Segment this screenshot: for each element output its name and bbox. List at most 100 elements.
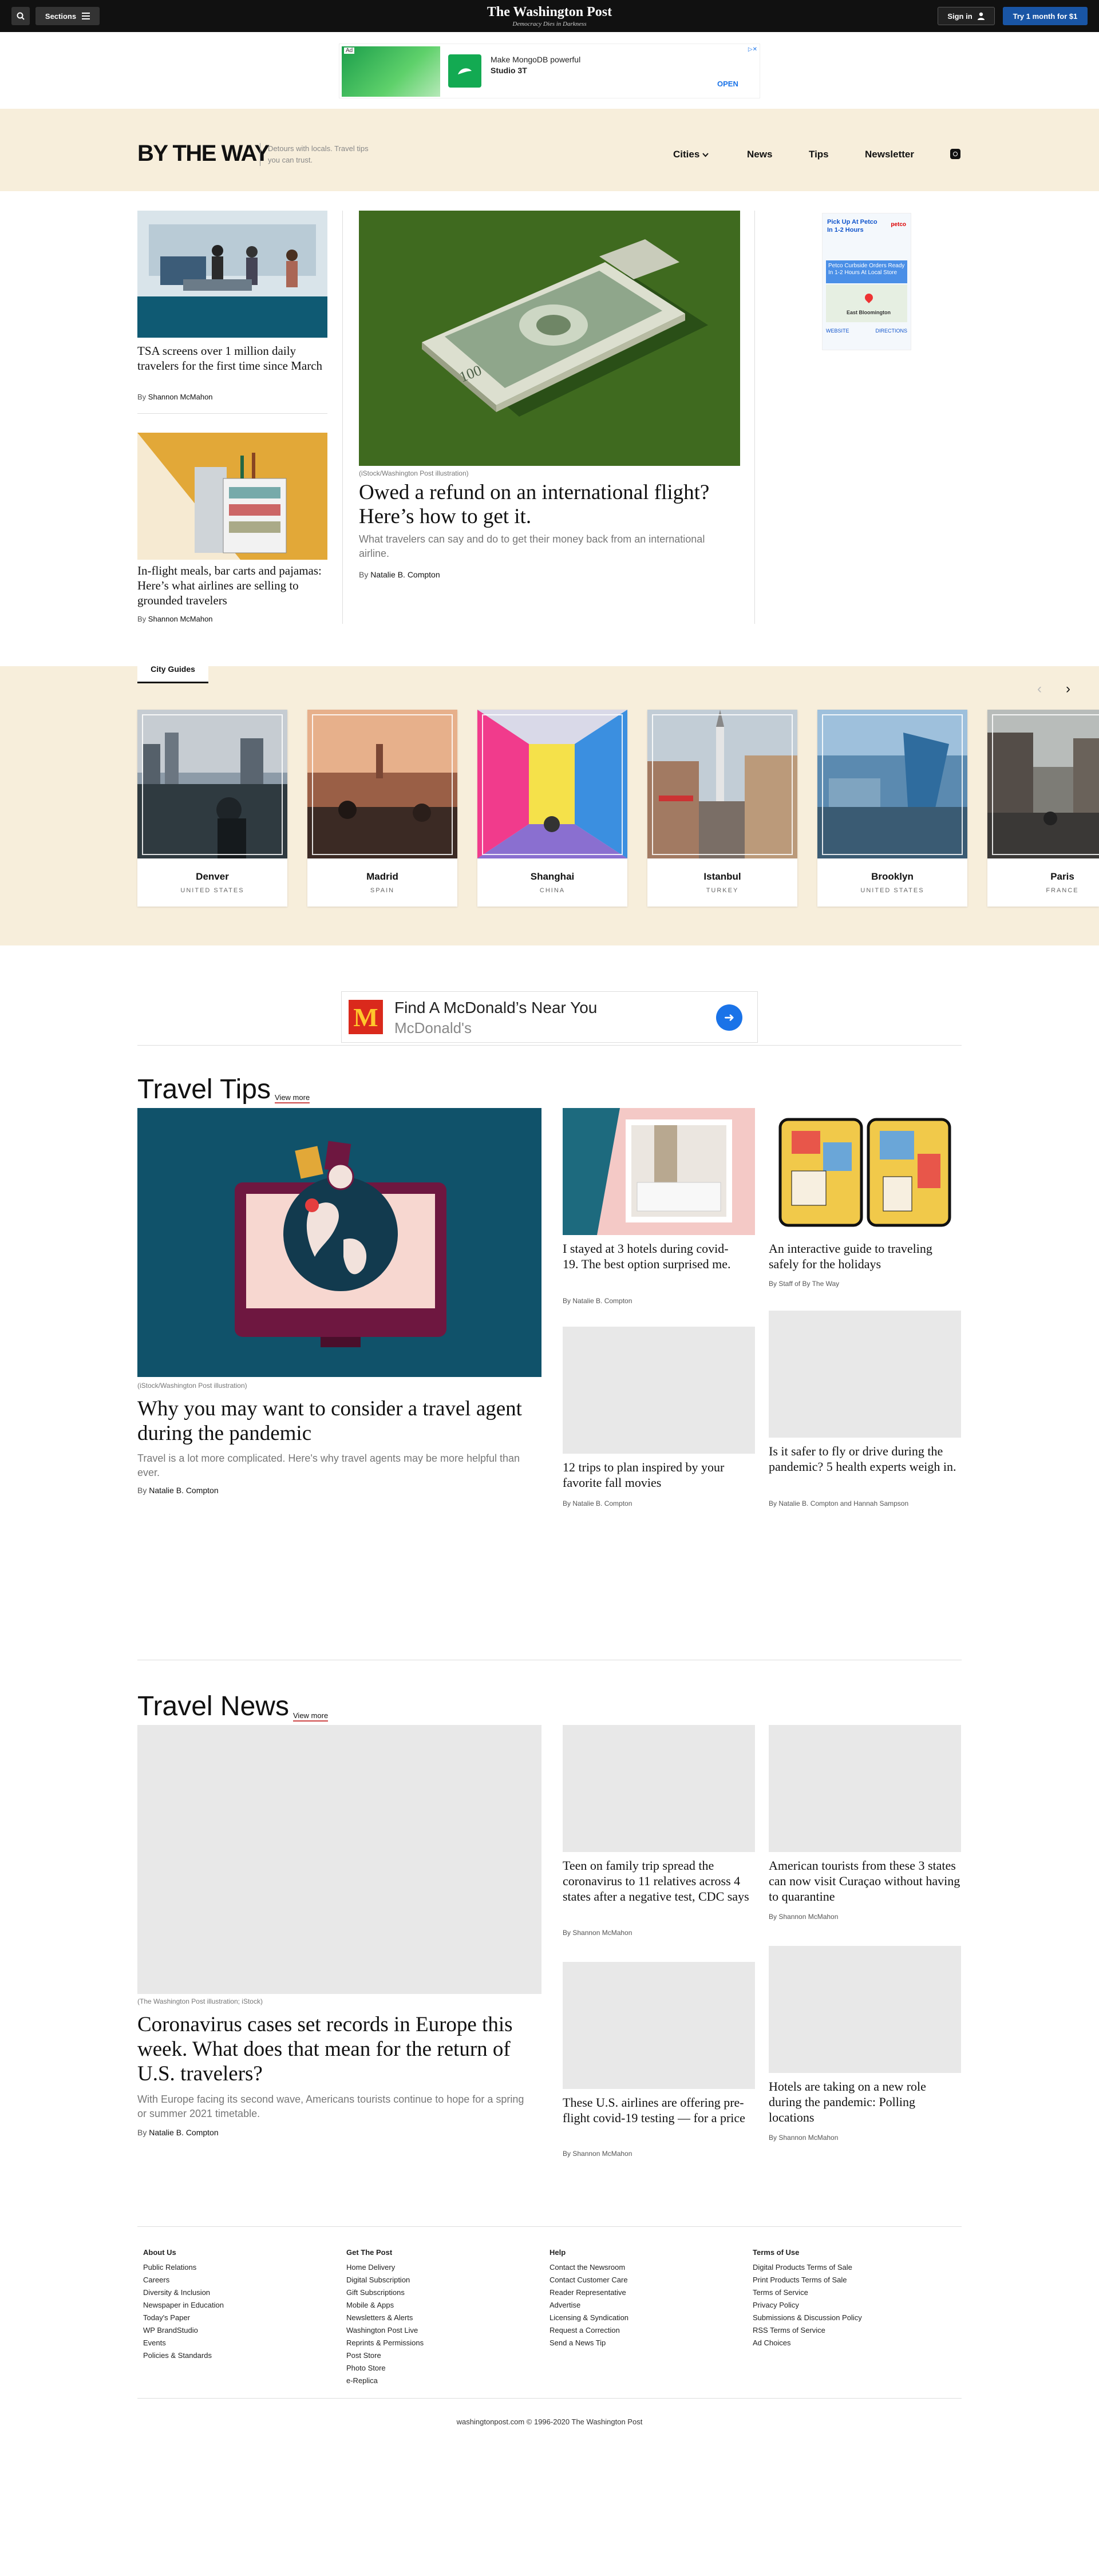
city-card-paris[interactable]: Paris FRANCE	[987, 710, 1099, 907]
footer-link[interactable]: Policies & Standards	[143, 2349, 224, 2362]
fall-movies-headline[interactable]: 12 trips to plan inspired by your favori…	[563, 1459, 755, 1490]
footer-link[interactable]: Careers	[143, 2274, 224, 2286]
tab-city-guides[interactable]: City Guides	[137, 656, 208, 683]
ad-side-store: East Bloomington	[847, 310, 891, 315]
tsa-headline[interactable]: TSA screens over 1 million daily travele…	[137, 343, 327, 373]
footer-link[interactable]: Digital Subscription	[346, 2274, 424, 2286]
footer-link[interactable]: Licensing & Syndication	[550, 2312, 628, 2324]
footer-link[interactable]: Contact Customer Care	[550, 2274, 628, 2286]
ad-side[interactable]: Pick Up At Petco In 1-2 Hours petco Petc…	[822, 213, 911, 350]
footer-link[interactable]: Advertise	[550, 2299, 628, 2312]
wapo-logo[interactable]: The Washington Post Democracy Dies in Da…	[435, 5, 664, 27]
footer-link[interactable]: e-Replica	[346, 2375, 424, 2387]
sections-button[interactable]: Sections	[35, 7, 100, 25]
nav-newsletter[interactable]: Newsletter	[865, 149, 914, 160]
footer-link[interactable]: Gift Subscriptions	[346, 2286, 424, 2299]
carousel-next-icon[interactable]: ›	[1066, 681, 1070, 697]
adchoices-icon[interactable]: ▷✕	[748, 46, 757, 53]
footer-link[interactable]: RSS Terms of Service	[753, 2324, 862, 2337]
footer-link[interactable]: Photo Store	[346, 2362, 424, 2375]
footer-link[interactable]: Terms of Service	[753, 2286, 862, 2299]
nav-tips[interactable]: Tips	[809, 149, 829, 160]
footer-link[interactable]: Newspaper in Education	[143, 2299, 224, 2312]
footer-link[interactable]: Contact the Newsroom	[550, 2261, 628, 2274]
footer-link[interactable]: Reader Representative	[550, 2286, 628, 2299]
ad-website-link[interactable]: WEBSITE	[826, 328, 849, 334]
europe-story-image[interactable]	[137, 1725, 541, 1994]
city-card-istanbul[interactable]: Istanbul TURKEY	[647, 710, 797, 907]
airlines-testing-image[interactable]	[563, 1962, 755, 2089]
footer-link[interactable]: Events	[143, 2337, 224, 2349]
footer-link[interactable]: Mobile & Apps	[346, 2299, 424, 2312]
bar-cart-illustration	[137, 433, 327, 560]
footer-link[interactable]: Send a News Tip	[550, 2337, 628, 2349]
directions-icon[interactable]: ➜	[716, 1004, 742, 1031]
footer-link[interactable]: Request a Correction	[550, 2324, 628, 2337]
travel-tips-view-more[interactable]: View more	[275, 1093, 310, 1103]
ad-open-link[interactable]: OPEN	[717, 80, 738, 88]
author-link[interactable]: Natalie B. Compton	[149, 2128, 218, 2137]
airlines-testing-headline[interactable]: These U.S. airlines are offering pre-fli…	[563, 2095, 755, 2126]
inflight-story-image[interactable]	[137, 433, 327, 560]
denver-photo	[137, 710, 287, 858]
footer-link[interactable]: WP BrandStudio	[143, 2324, 224, 2337]
travel-agent-image[interactable]	[137, 1108, 541, 1377]
city-card-brooklyn[interactable]: Brooklyn UNITED STATES	[817, 710, 967, 907]
footer-link[interactable]: Public Relations	[143, 2261, 224, 2274]
city-card-shanghai[interactable]: Shanghai CHINA	[477, 710, 627, 907]
footer-link[interactable]: Today's Paper	[143, 2312, 224, 2324]
by-the-way-logo[interactable]: BY THE WAY	[137, 142, 270, 165]
author-link[interactable]: Shannon McMahon	[148, 393, 213, 401]
hotels-image[interactable]	[563, 1108, 755, 1235]
curacao-headline[interactable]: American tourists from these 3 states ca…	[769, 1858, 961, 1904]
footer-link[interactable]: Diversity & Inclusion	[143, 2286, 224, 2299]
hotels-headline[interactable]: I stayed at 3 hotels during covid-19. Th…	[563, 1241, 740, 1272]
footer-link[interactable]: Newsletters & Alerts	[346, 2312, 424, 2324]
ad-label: Ad	[344, 48, 355, 54]
footer-link[interactable]: Ad Choices	[753, 2337, 862, 2349]
fall-movies-image[interactable]	[563, 1327, 755, 1454]
refund-headline[interactable]: Owed a refund on an international flight…	[359, 481, 714, 529]
footer-link[interactable]: Print Products Terms of Sale	[753, 2274, 862, 2286]
curacao-image[interactable]	[769, 1725, 961, 1852]
polling-headline[interactable]: Hotels are taking on a new role during t…	[769, 2079, 961, 2125]
footer-link[interactable]: Home Delivery	[346, 2261, 424, 2274]
author-link[interactable]: Natalie B. Compton	[149, 1486, 218, 1495]
footer-link[interactable]: Privacy Policy	[753, 2299, 862, 2312]
travel-agent-byline: By Natalie B. Compton	[137, 1486, 219, 1495]
search-button[interactable]	[11, 7, 30, 25]
nav-cities[interactable]: Cities	[673, 149, 709, 160]
city-card-madrid[interactable]: Madrid SPAIN	[307, 710, 457, 907]
inflight-headline[interactable]: In-flight meals, bar carts and pajamas: …	[137, 563, 327, 608]
city-card-denver[interactable]: Denver UNITED STATES	[137, 710, 287, 907]
refund-story-image[interactable]: 100	[359, 211, 740, 466]
teen-trip-headline[interactable]: Teen on family trip spread the coronavir…	[563, 1858, 755, 1904]
teen-trip-image[interactable]	[563, 1725, 755, 1852]
holidays-image[interactable]	[769, 1108, 961, 1235]
fly-or-drive-headline[interactable]: Is it safer to fly or drive during the p…	[769, 1443, 961, 1474]
ad-directions-link[interactable]: DIRECTIONS	[875, 328, 907, 334]
footer-link[interactable]: Post Store	[346, 2349, 424, 2362]
carousel-prev-icon[interactable]: ‹	[1037, 681, 1042, 697]
map-pin-icon	[863, 292, 875, 303]
subscribe-button[interactable]: Try 1 month for $1	[1003, 7, 1088, 25]
footer-link[interactable]: Submissions & Discussion Policy	[753, 2312, 862, 2324]
instagram-icon[interactable]	[950, 149, 960, 159]
tsa-story-image[interactable]	[137, 211, 327, 338]
ad-mcdonalds[interactable]: M Find A McDonald’s Near You McDonald's …	[341, 991, 758, 1043]
author-link[interactable]: Natalie B. Compton	[370, 570, 440, 579]
author-link[interactable]: Shannon McMahon	[148, 615, 213, 623]
fly-or-drive-image[interactable]	[769, 1311, 961, 1438]
sign-in-button[interactable]: Sign in	[938, 7, 995, 25]
footer-link[interactable]: Digital Products Terms of Sale	[753, 2261, 862, 2274]
travel-news-view-more[interactable]: View more	[293, 1711, 329, 1722]
footer-link[interactable]: Washington Post Live	[346, 2324, 424, 2337]
holidays-headline[interactable]: An interactive guide to traveling safely…	[769, 1241, 961, 1272]
footer-link[interactable]: Reprints & Permissions	[346, 2337, 424, 2349]
travel-agent-headline[interactable]: Why you may want to consider a travel ag…	[137, 1396, 527, 1446]
ad-banner-top[interactable]: Ad Make MongoDB powerful Studio 3T OPEN …	[339, 43, 760, 98]
footer-column-heading: Terms of Use	[753, 2248, 800, 2257]
nav-news[interactable]: News	[747, 149, 772, 160]
europe-headline[interactable]: Coronavirus cases set records in Europe …	[137, 2012, 527, 2086]
polling-image[interactable]	[769, 1946, 961, 2073]
